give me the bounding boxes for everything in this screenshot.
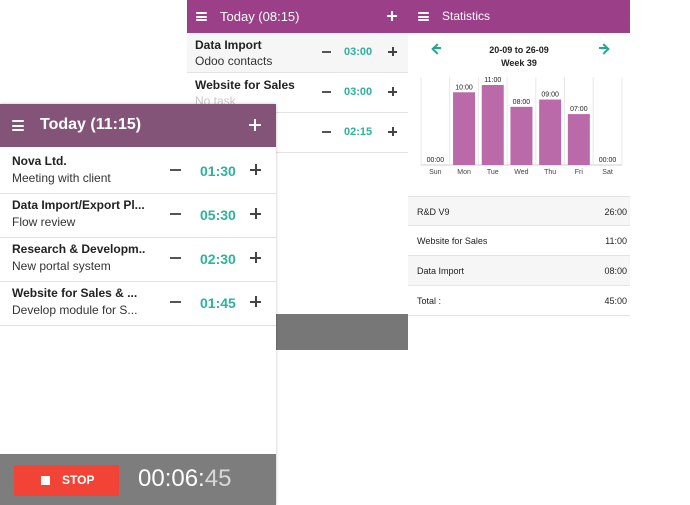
bar-fri: [567, 114, 590, 165]
stop-button[interactable]: STOP: [14, 465, 119, 496]
add-icon[interactable]: [387, 11, 397, 21]
duration: 03:00: [344, 46, 373, 58]
tick-label-sun: Sun: [429, 169, 442, 176]
app-header: Statistics: [408, 0, 630, 33]
plus-icon[interactable]: [388, 47, 397, 56]
week-number: Week 39: [501, 58, 537, 68]
data-label-sat: 00:00: [599, 157, 617, 164]
add-icon[interactable]: [249, 119, 261, 131]
tick-label-wed: Wed: [514, 169, 528, 176]
duration: 01:45: [200, 295, 236, 311]
project-name: Research & Developm...: [12, 242, 146, 256]
tick-label-tue: Tue: [487, 169, 499, 176]
total-label: Total :: [417, 296, 442, 306]
tick-label-thu: Thu: [544, 169, 556, 176]
data-label-wed: 08:00: [513, 99, 531, 106]
plus-icon[interactable]: [250, 208, 261, 219]
hamburger-icon[interactable]: [196, 12, 207, 21]
minus-icon[interactable]: [170, 257, 181, 259]
task-name: Develop module for S...: [12, 303, 138, 317]
timer-hours-minutes: 00:06:: [138, 465, 205, 492]
plus-icon[interactable]: [250, 164, 261, 175]
stop-label: STOP: [62, 473, 95, 487]
hamburger-icon[interactable]: [12, 120, 24, 131]
task-name: Odoo contacts: [195, 54, 273, 68]
duration: 01:30: [200, 163, 236, 179]
duration: 02:30: [200, 251, 236, 267]
footer-bar: [276, 314, 408, 350]
page-title: Statistics: [442, 9, 491, 23]
list-item: Website for Sales 11:00: [408, 226, 630, 256]
week-range: 20-09 to 26-09: [489, 45, 549, 55]
list-item: Data Import 08:00: [408, 256, 630, 286]
bar-wed: [510, 106, 533, 165]
project-name: Nova Ltd.: [12, 154, 67, 168]
project-name: Data Import: [195, 38, 262, 52]
total-hours: 45:00: [604, 296, 627, 306]
page-title: Today (11:15): [40, 116, 142, 133]
timer-footer: STOP 00:06:45: [0, 454, 276, 505]
list-item[interactable]: Nova Ltd. Meeting with client 01:30: [0, 150, 276, 194]
list-item[interactable]: Data Import/Export Pl... Flow review 05:…: [0, 194, 276, 238]
list-item[interactable]: Website for Sales & ... Develop module f…: [0, 282, 276, 326]
minus-icon[interactable]: [322, 91, 331, 93]
weekly-hours-chart: 00:00 Sun 10:00 Mon 11:00 Tue 08:00 Wed 09:00 Thu…: [420, 77, 623, 176]
plus-icon[interactable]: [388, 127, 397, 136]
project-hours: 08:00: [604, 266, 627, 276]
timesheet-list: Nova Ltd. Meeting with client 01:30 Data…: [0, 150, 276, 326]
tick-label-mon: Mon: [457, 169, 471, 176]
running-timer: 00:06:45: [138, 465, 231, 493]
task-name: New portal system: [12, 259, 111, 273]
statistics-screen: Statistics 20-09 to 26-09 Week 39 00:00 S…: [408, 0, 630, 320]
plus-icon[interactable]: [250, 252, 261, 263]
tick-label-fri: Fri: [575, 169, 584, 176]
project-name: Data Import/Export Pl...: [12, 198, 145, 212]
task-name: Meeting with client: [12, 171, 111, 185]
data-label-mon: 10:00: [455, 84, 473, 91]
app-header: Today (11:15): [0, 104, 276, 147]
plus-icon[interactable]: [250, 296, 261, 307]
statistics-list: R&D V9 26:00 Website for Sales 11:00 Dat…: [408, 196, 630, 316]
today-screen: Today (11:15) Nova Ltd. Meeting with cli…: [0, 104, 276, 505]
list-item[interactable]: Research & Developm... New portal system…: [0, 238, 276, 282]
data-label-thu: 09:00: [541, 92, 559, 99]
minus-icon[interactable]: [170, 169, 181, 171]
minus-icon[interactable]: [322, 51, 331, 53]
bar-tue: [481, 85, 504, 165]
plus-icon[interactable]: [388, 87, 397, 96]
data-label-tue: 11:00: [484, 77, 501, 84]
project-name: Website for Sales & ...: [12, 286, 138, 300]
project-name: Data Import: [417, 266, 465, 276]
list-item: R&D V9 26:00: [408, 196, 630, 226]
duration: 03:00: [344, 86, 373, 98]
bar-mon: [453, 92, 476, 165]
duration: 05:30: [200, 207, 236, 223]
arrow-right-icon[interactable]: [598, 44, 607, 53]
minus-icon[interactable]: [322, 131, 331, 133]
list-item[interactable]: Data Import Odoo contacts 03:00: [187, 33, 408, 73]
duration: 02:15: [344, 126, 373, 138]
timer-seconds: 45: [204, 465, 232, 492]
total-row: Total : 45:00: [408, 286, 630, 316]
data-label-fri: 07:00: [570, 106, 588, 113]
bar-thu: [539, 99, 562, 165]
project-name: R&D V9: [417, 207, 450, 217]
project-hours: 11:00: [605, 236, 627, 246]
project-name: Website for Sales: [195, 78, 295, 92]
minus-icon[interactable]: [170, 301, 181, 303]
task-name: Flow review: [12, 215, 76, 229]
hamburger-icon[interactable]: [418, 12, 429, 21]
stop-square-icon: [41, 476, 50, 485]
tick-label-sat: Sat: [602, 169, 613, 176]
minus-icon[interactable]: [170, 213, 181, 215]
project-hours: 26:00: [604, 207, 627, 217]
page-title: Today (08:15): [220, 9, 300, 24]
app-header: Today (08:15): [187, 0, 408, 33]
data-label-sun: 00:00: [427, 157, 445, 164]
project-name: Website for Sales: [417, 236, 488, 246]
